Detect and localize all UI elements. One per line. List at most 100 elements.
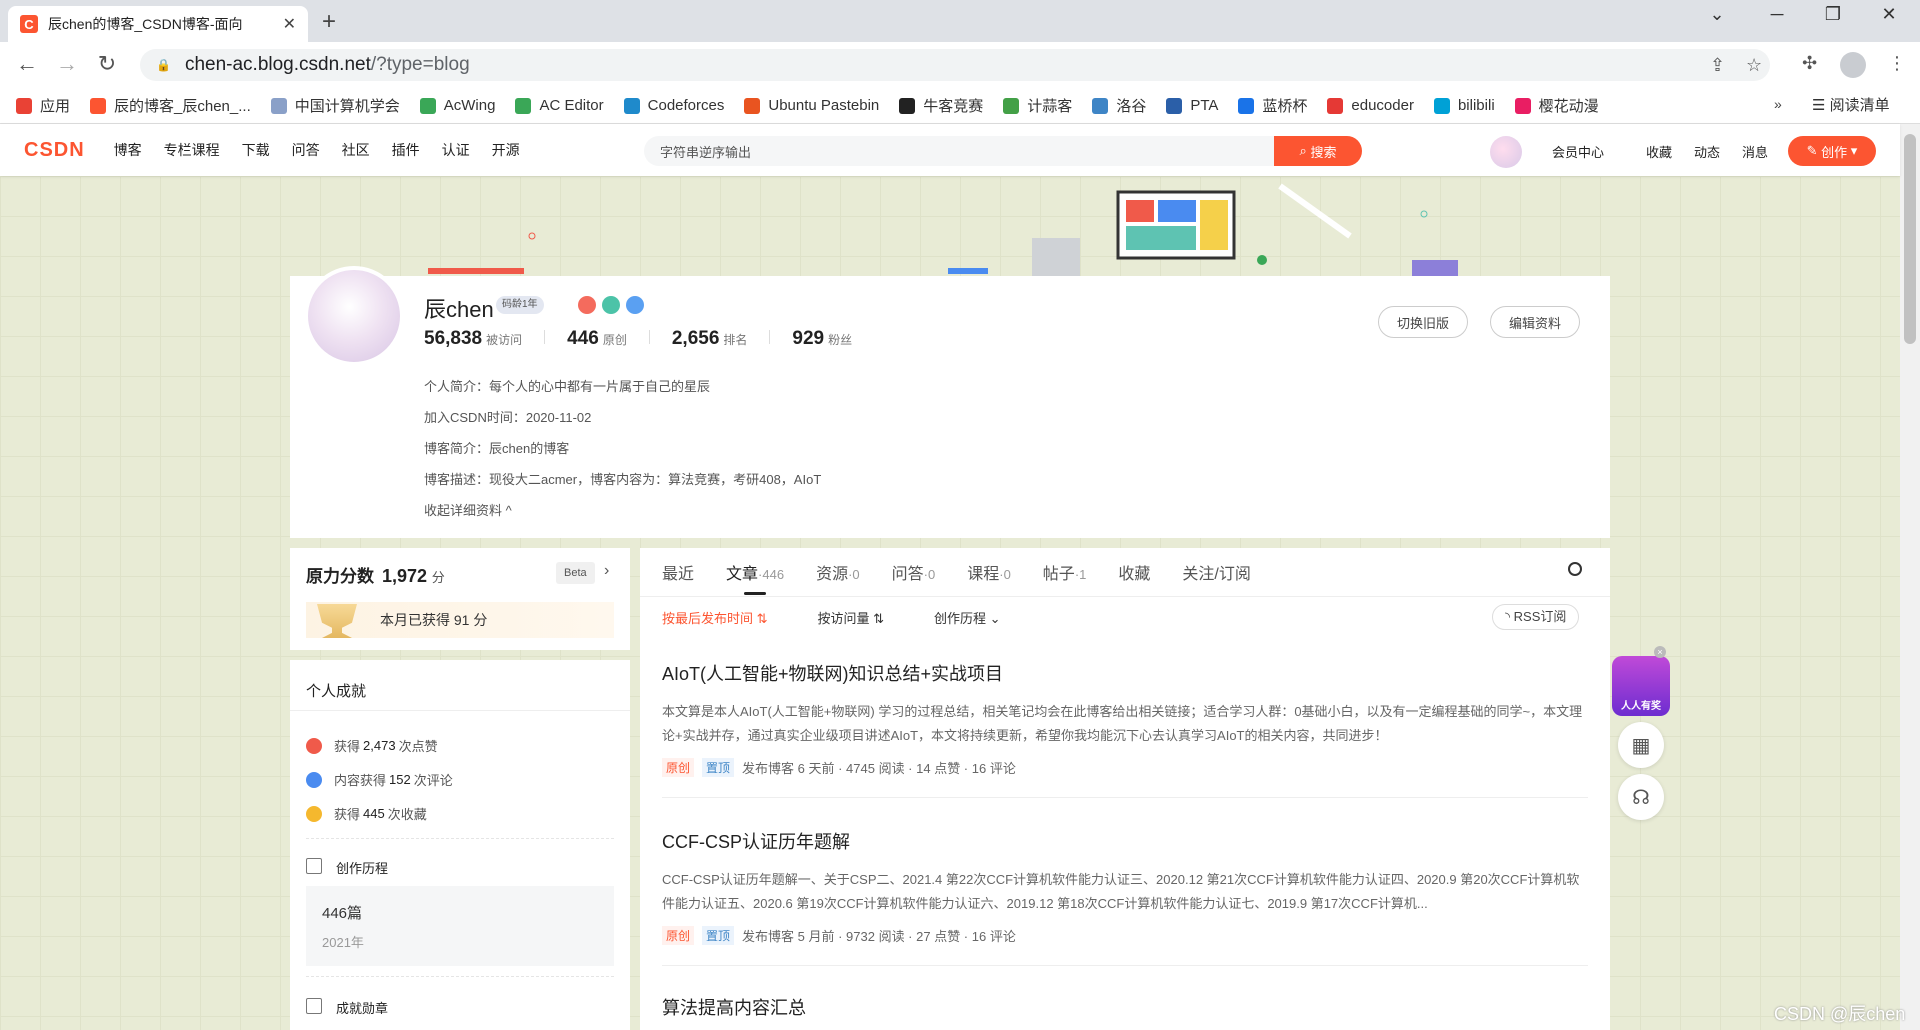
bookmark-label: 辰的博客_辰chen_...: [114, 98, 251, 115]
reload-icon[interactable]: ↻: [92, 51, 122, 77]
tab-recent[interactable]: 最近: [662, 560, 694, 584]
bookmark-item[interactable]: Ubuntu Pastebin: [744, 97, 879, 114]
search-button[interactable]: ⌕ 搜索: [1274, 136, 1362, 166]
nav-community[interactable]: 社区: [342, 140, 370, 160]
member-badge-icon[interactable]: [602, 296, 620, 314]
bookmark-item[interactable]: educoder: [1327, 97, 1414, 114]
bookmark-label: 洛谷: [1116, 98, 1147, 115]
tab-search-icon[interactable]: ⌄: [1702, 4, 1732, 25]
bookmark-item[interactable]: 牛客竞赛: [899, 95, 983, 116]
article-title[interactable]: 算法提高内容汇总: [662, 994, 1588, 1020]
customer-service-button[interactable]: ☊: [1618, 774, 1664, 820]
promo-badge[interactable]: 人人有奖: [1612, 656, 1670, 716]
extensions-icon[interactable]: ✣: [1802, 53, 1817, 74]
search-input[interactable]: 字符串逆序输出: [644, 136, 1274, 166]
article-title[interactable]: AIoT(人工智能+物联网)知识总结+实战项目: [662, 660, 1588, 686]
bookmark-favicon-icon: [419, 97, 436, 114]
scrollbar-thumb[interactable]: [1904, 134, 1916, 344]
bookmark-item[interactable]: 洛谷: [1092, 95, 1146, 116]
page-scrollbar[interactable]: [1900, 124, 1920, 1030]
bookmark-item[interactable]: PTA: [1166, 97, 1218, 114]
bookmark-item[interactable]: Codeforces: [623, 97, 724, 114]
stat-fans[interactable]: 929 粉丝: [792, 328, 852, 350]
article-item[interactable]: 算法提高内容汇总: [662, 994, 1588, 1030]
nav-blog[interactable]: 博客: [114, 140, 142, 160]
bookmark-item[interactable]: AC Editor: [515, 97, 604, 114]
tab-posts[interactable]: 帖子·1: [1043, 560, 1087, 584]
activity-link[interactable]: 动态: [1694, 142, 1720, 161]
switch-old-version-button[interactable]: 切换旧版: [1378, 306, 1469, 338]
content-tabs: 最近 文章·446 资源·0 问答·0 课程·0 帖子·1 收藏 关注/订阅: [662, 560, 1283, 595]
bookmark-favicon-icon: [1166, 97, 1183, 114]
bookmark-label: 蓝桥杯: [1262, 98, 1308, 115]
sort-by-views[interactable]: 按访问量 ⇅: [818, 608, 885, 627]
search-icon[interactable]: [1568, 562, 1582, 576]
address-bar[interactable]: 🔒 chen-ac.blog.csdn.net/?type=blog ⇪ ☆: [140, 49, 1770, 81]
bookmark-item[interactable]: bilibili: [1433, 97, 1495, 114]
collapse-details-link[interactable]: 收起详细资料 ^: [424, 500, 512, 519]
bookmark-star-icon[interactable]: ☆: [1746, 49, 1762, 81]
close-tab-icon[interactable]: ✕: [283, 14, 296, 34]
bookmark-favicon-icon: [623, 97, 640, 114]
tab-courses[interactable]: 课程·0: [967, 560, 1011, 584]
csdn-logo[interactable]: CSDN: [24, 139, 85, 162]
stat-visits: 56,838 被访问: [424, 328, 523, 349]
bookmark-item[interactable]: AcWing: [419, 97, 495, 114]
chevron-right-icon[interactable]: ›: [604, 562, 609, 580]
back-icon[interactable]: ←: [12, 51, 42, 77]
nav-qa[interactable]: 问答: [292, 140, 320, 160]
article-title[interactable]: CCF-CSP认证历年题解: [662, 828, 1588, 854]
bookmark-item[interactable]: 樱花动漫: [1514, 95, 1599, 116]
more-bookmarks-icon[interactable]: »: [1774, 96, 1782, 112]
bookmark-item[interactable]: 中国计算机学会: [270, 95, 400, 116]
tab-following[interactable]: 关注/订阅: [1182, 560, 1250, 584]
tab-articles[interactable]: 文章·446: [726, 560, 784, 595]
close-promo-icon[interactable]: ×: [1654, 646, 1666, 658]
edit-profile-button[interactable]: 编辑资料: [1490, 306, 1581, 338]
profile-avatar-large[interactable]: [304, 266, 404, 366]
minimize-button[interactable]: ─: [1762, 4, 1792, 25]
bookmark-item[interactable]: 计蒜客: [1003, 95, 1072, 116]
bookmark-label: AC Editor: [539, 97, 604, 114]
browser-tab[interactable]: C 辰chen的博客_CSDN博客-面向 ✕: [8, 6, 308, 42]
close-window-button[interactable]: ✕: [1874, 4, 1904, 25]
creator-badge-icon[interactable]: [626, 296, 644, 314]
maximize-button[interactable]: ❐: [1818, 4, 1848, 25]
nav-download[interactable]: 下载: [242, 140, 270, 160]
bookmark-item[interactable]: 辰的博客_辰chen_...: [90, 95, 251, 116]
divider: [306, 976, 614, 977]
profile-avatar[interactable]: [1840, 52, 1866, 78]
nav-courses[interactable]: 专栏课程: [164, 140, 220, 160]
bookmark-item[interactable]: 应用: [16, 95, 70, 116]
reading-list-button[interactable]: ☰ 阅读清单: [1812, 94, 1890, 115]
lock-icon[interactable]: 🔒: [156, 58, 171, 72]
forward-icon[interactable]: →: [52, 51, 82, 77]
messages-link[interactable]: 消息: [1742, 142, 1768, 161]
creation-history-dropdown[interactable]: 创作历程 ⌄: [934, 608, 1001, 627]
header-user-avatar[interactable]: [1490, 136, 1522, 168]
sort-by-time[interactable]: 按最后发布时间 ⇅: [662, 608, 768, 627]
nav-plugin[interactable]: 插件: [392, 140, 420, 160]
pinned-tag: 置顶: [702, 758, 735, 777]
rss-icon: ◝: [1505, 609, 1514, 624]
member-center-link[interactable]: 会员中心: [1552, 142, 1604, 161]
article-item[interactable]: CCF-CSP认证历年题解 CCF-CSP认证历年题解一、关于CSP二、2021…: [662, 828, 1588, 966]
bookmark-item[interactable]: 蓝桥杯: [1238, 95, 1307, 116]
new-tab-button[interactable]: +: [322, 8, 336, 36]
create-button[interactable]: ✎ 创作 ▾: [1788, 136, 1876, 166]
like-icon: [306, 737, 322, 754]
tab-favorites[interactable]: 收藏: [1118, 560, 1150, 584]
bookmark-label: 计蒜客: [1027, 98, 1073, 115]
tab-qa[interactable]: 问答·0: [892, 560, 936, 584]
favorites-link[interactable]: 收藏: [1646, 142, 1672, 161]
share-icon[interactable]: ⇪: [1710, 49, 1725, 81]
rss-subscribe-button[interactable]: ◝ RSS订阅: [1492, 604, 1580, 630]
nav-certification[interactable]: 认证: [442, 140, 470, 160]
article-item[interactable]: AIoT(人工智能+物联网)知识总结+实战项目 本文算是本人AIoT(人工智能+…: [662, 660, 1588, 798]
menu-icon[interactable]: ⋮: [1888, 53, 1906, 74]
tab-resources[interactable]: 资源·0: [816, 560, 860, 584]
blog-badge-icon[interactable]: [578, 296, 596, 314]
history-box[interactable]: 446篇 2021年: [306, 886, 614, 966]
nav-opensource[interactable]: 开源: [492, 140, 520, 160]
qrcode-button[interactable]: ▦: [1618, 722, 1664, 768]
